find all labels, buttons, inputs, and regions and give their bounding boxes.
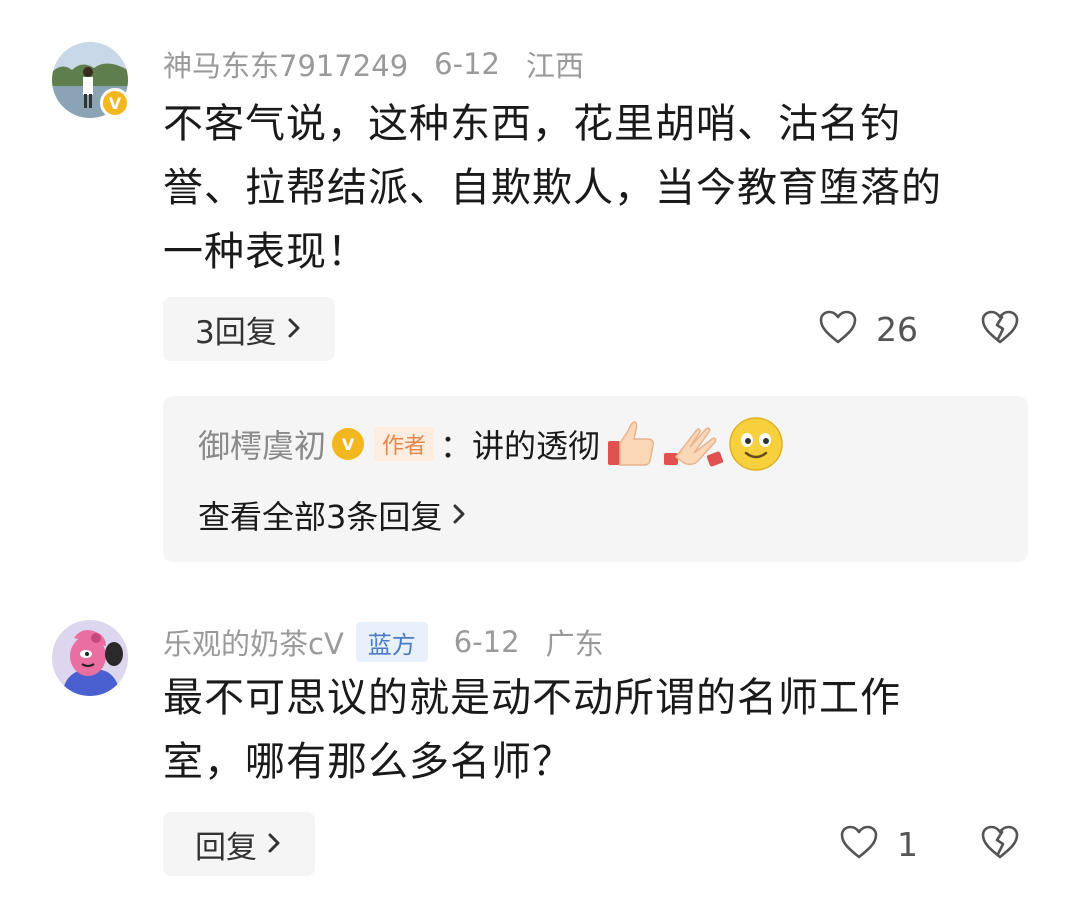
- like-count: 1: [897, 824, 918, 864]
- comment-meta: 神马东东7917249 6-12 江西: [163, 44, 584, 84]
- reply-button-label: 3回复: [195, 314, 277, 351]
- like-button[interactable]: 1: [839, 824, 918, 864]
- avatar[interactable]: V: [52, 42, 130, 118]
- username[interactable]: 神马东东7917249: [163, 43, 408, 85]
- sub-reply-colon: ：: [440, 427, 473, 465]
- sub-reply-box[interactable]: 御樗虞初 V 作者 ： 讲的透彻 查看全部3条回复: [163, 396, 1028, 562]
- like-count: 26: [876, 309, 918, 349]
- comment-text-line: 誉、拉帮结派、自欺欺人，当今教育堕落的: [163, 165, 942, 211]
- chevron-right-icon: [452, 499, 466, 532]
- comment-date: 6-12: [434, 47, 500, 81]
- like-button[interactable]: 26: [818, 309, 918, 349]
- thumbs-up-icon: [604, 417, 658, 471]
- broken-heart-icon: [980, 824, 1020, 864]
- reply-button[interactable]: 3回复: [163, 297, 335, 361]
- chevron-right-icon: [267, 828, 281, 861]
- comment-text-line: 不客气说，这种东西，花里胡哨、沽名钓: [163, 101, 901, 147]
- dislike-button[interactable]: [980, 309, 1020, 349]
- comment-text: 最不可思议的就是动不动所谓的名师工作 室，哪有那么多名师？: [163, 666, 1013, 794]
- verified-badge-icon: V: [332, 428, 365, 460]
- heart-outline-icon: [818, 309, 858, 349]
- verified-badge-icon: V: [100, 88, 130, 118]
- clapping-hands-icon: [662, 417, 724, 471]
- heart-outline-icon: [839, 824, 879, 864]
- avatar[interactable]: [52, 620, 128, 696]
- smiling-face-icon: [728, 416, 784, 472]
- stance-tag: 蓝方: [355, 622, 428, 662]
- comment-text-line: 室，哪有那么多名师？: [163, 739, 573, 785]
- comment-location: 江西: [525, 49, 584, 83]
- reply-button-label: 回复: [195, 829, 257, 866]
- avatar-cartoon: [52, 620, 128, 696]
- chevron-right-icon: [287, 313, 301, 346]
- sub-reply-username[interactable]: 御樗虞初: [198, 421, 326, 467]
- comment-text-line: 一种表现！: [163, 229, 368, 275]
- view-all-label: 查看全部3条回复: [198, 498, 443, 536]
- comment-location: 广东: [545, 627, 604, 661]
- username[interactable]: 乐观的奶茶cV: [163, 621, 344, 663]
- comment-text-line: 最不可思议的就是动不动所谓的名师工作: [163, 675, 901, 721]
- broken-heart-icon: [980, 309, 1020, 349]
- reply-button[interactable]: 回复: [163, 812, 315, 876]
- comment-meta: 乐观的奶茶cV 蓝方 6-12 广东: [163, 622, 604, 662]
- dislike-button[interactable]: [980, 824, 1020, 864]
- comment-date: 6-12: [453, 625, 520, 659]
- comment-item: 乐观的奶茶cV 蓝方 6-12 广东 最不可思议的就是动不动所谓的名师工作 室，…: [0, 590, 1080, 902]
- comment-text: 不客气说，这种东西，花里胡哨、沽名钓 誉、拉帮结派、自欺欺人，当今教育堕落的 一…: [163, 92, 1013, 284]
- sub-reply-text: 讲的透彻: [472, 427, 601, 465]
- view-all-replies-link[interactable]: 查看全部3条回复: [198, 492, 466, 538]
- comment-actions: 1: [839, 812, 1020, 876]
- comment-actions: 26: [818, 297, 1020, 361]
- comment-item: V 神马东东7917249 6-12 江西 不客气说，这种东西，花里胡哨、沽名钓…: [0, 0, 1080, 590]
- sub-reply: 御樗虞初 V 作者 ： 讲的透彻: [198, 416, 784, 472]
- author-tag: 作者: [374, 427, 435, 461]
